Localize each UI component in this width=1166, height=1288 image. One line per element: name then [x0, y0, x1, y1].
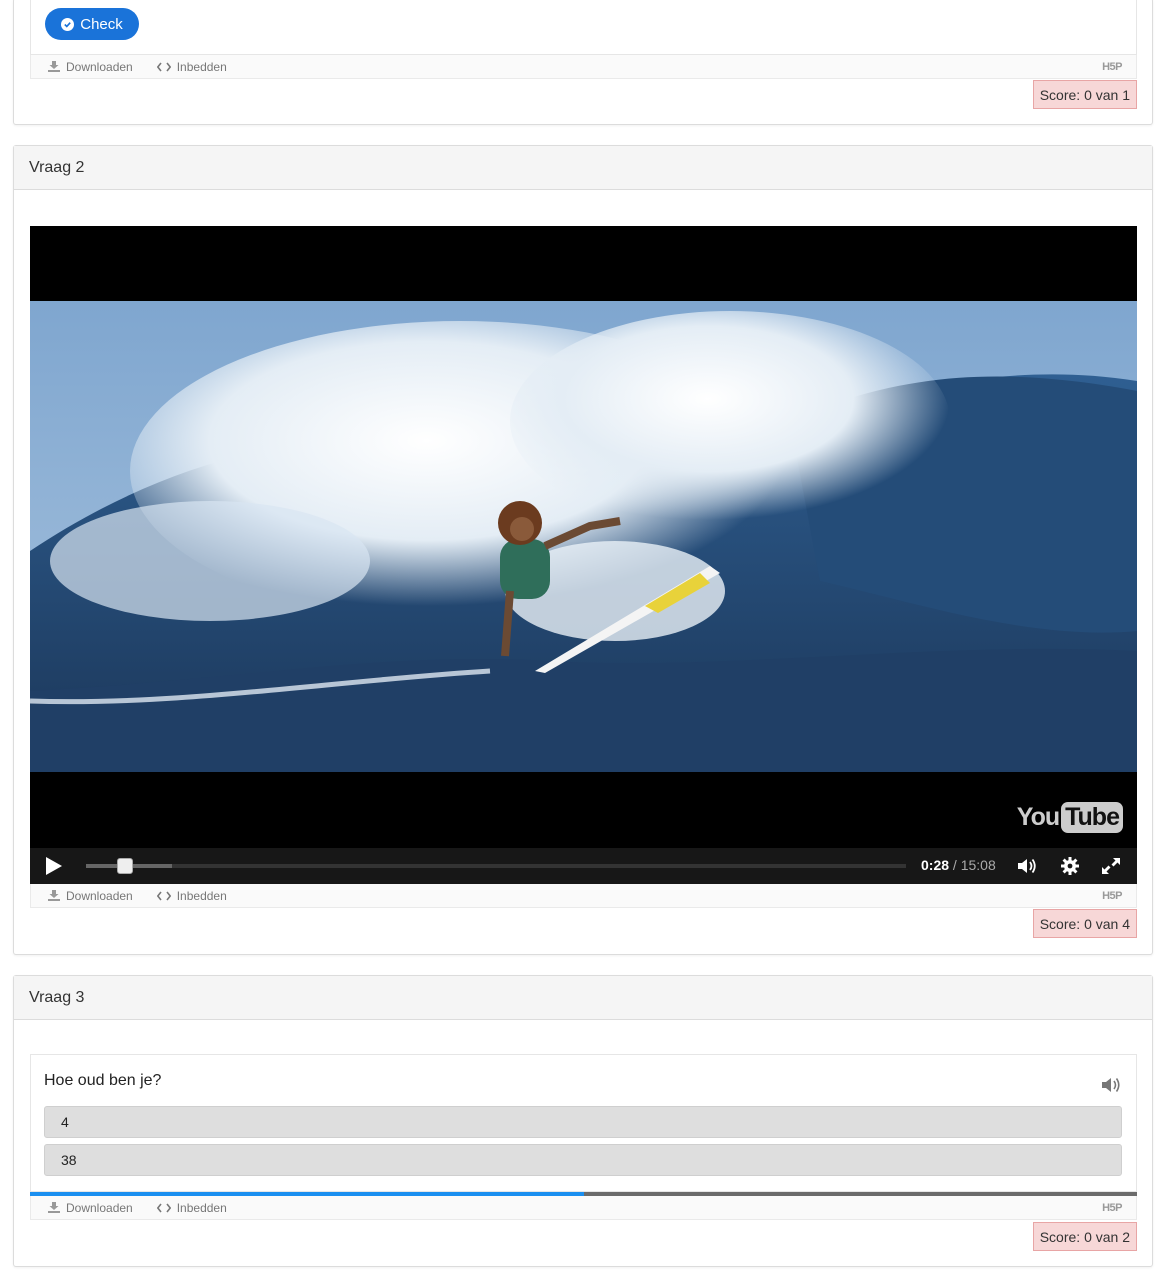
embed-label: Inbedden [176, 888, 227, 903]
check-button-label: Check [80, 15, 123, 33]
question-2-heading: Vraag 2 [14, 146, 1152, 190]
video-frame [30, 301, 1137, 772]
question-3-panel: Vraag 3 Hoe oud ben je? 4 38 Downloaden … [13, 975, 1153, 1267]
embed-icon [156, 891, 171, 900]
answer-option[interactable]: 4 [44, 1106, 1122, 1138]
time-separator: / [949, 857, 961, 873]
embed-label: Inbedden [176, 1200, 227, 1215]
question-3-score: Score: 0 van 2 [1032, 1222, 1137, 1251]
download-icon [48, 1202, 60, 1213]
fullscreen-icon[interactable] [1100, 856, 1122, 876]
h5p-logo: H5P [1102, 889, 1122, 902]
youtube-logo: You Tube [1017, 802, 1123, 833]
download-link[interactable]: Downloaden [48, 889, 133, 903]
h5p-logo: H5P [1102, 60, 1122, 73]
video-time: 0:28 / 15:08 [921, 857, 996, 873]
question-1-actions-bar: Downloaden Inbedden H5P [30, 55, 1137, 79]
settings-gear-icon[interactable] [1059, 856, 1081, 876]
question-text: Hoe oud ben je? [44, 1072, 162, 1089]
download-label: Downloaden [66, 1200, 133, 1215]
duration: 15:08 [960, 857, 996, 873]
embed-icon [156, 1203, 171, 1212]
question-2-score: Score: 0 van 4 [1032, 909, 1137, 938]
embed-link[interactable]: Inbedden [156, 1200, 227, 1215]
current-time: 0:28 [921, 857, 950, 873]
question-1-panel: Check Downloaden Inbedden H5P Score: 0 v… [13, 0, 1153, 125]
seek-bar[interactable] [86, 858, 906, 874]
question-2-actions-bar: Downloaden Inbedden H5P [30, 884, 1137, 908]
question-3-heading: Vraag 3 [14, 976, 1152, 1020]
check-button[interactable]: Check [45, 8, 139, 40]
video-player[interactable]: You Tube 0:28 / 15:08 [30, 226, 1137, 884]
question-2-panel: Vraag 2 You Tube 0:28 / 15:08 Downloaden… [13, 145, 1153, 955]
play-icon[interactable] [46, 857, 62, 875]
embed-icon [156, 62, 171, 71]
volume-icon[interactable] [1016, 856, 1038, 876]
download-icon [48, 890, 60, 901]
embed-link[interactable]: Inbedden [156, 59, 227, 74]
download-link[interactable]: Downloaden [48, 1201, 133, 1215]
question-3-actions-bar: Downloaden Inbedden H5P [30, 1196, 1137, 1220]
embed-link[interactable]: Inbedden [156, 888, 227, 903]
download-label: Downloaden [66, 59, 133, 74]
seek-handle[interactable] [117, 858, 133, 874]
h5p-logo: H5P [1102, 1201, 1122, 1214]
download-link[interactable]: Downloaden [48, 60, 133, 74]
video-controls: 0:28 / 15:08 [30, 848, 1137, 884]
youtube-logo-tube: Tube [1061, 802, 1123, 833]
question-1-score: Score: 0 van 1 [1032, 80, 1137, 109]
speaker-icon[interactable] [1101, 1076, 1121, 1094]
download-icon [48, 61, 60, 72]
youtube-logo-you: You [1016, 803, 1060, 831]
question-1-content: Check [30, 0, 1137, 55]
download-label: Downloaden [66, 888, 133, 903]
answer-option[interactable]: 38 [44, 1144, 1122, 1176]
embed-label: Inbedden [176, 59, 227, 74]
check-circle-icon [61, 17, 75, 31]
